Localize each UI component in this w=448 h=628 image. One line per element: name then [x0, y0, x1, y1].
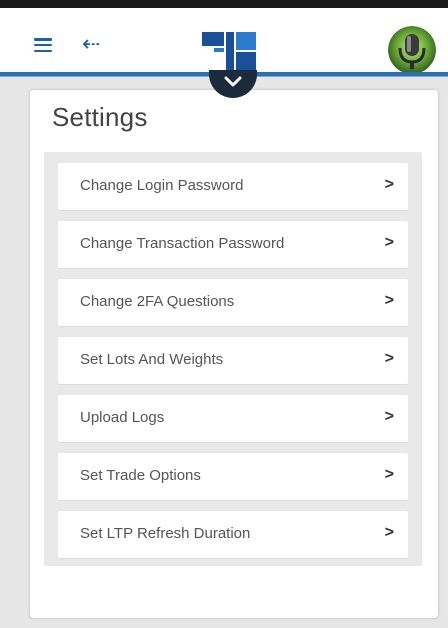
settings-item-change-login-password[interactable]: Change Login Password > [58, 163, 408, 210]
chevron-right-icon: > [384, 176, 394, 193]
settings-item-label: Upload Logs [80, 409, 165, 426]
settings-item-change-2fa-questions[interactable]: Change 2FA Questions > [58, 279, 408, 326]
settings-item-set-lots-and-weights[interactable]: Set Lots And Weights > [58, 337, 408, 384]
settings-item-label: Change Transaction Password [80, 235, 285, 252]
settings-item-label: Set LTP Refresh Duration [80, 525, 251, 542]
settings-item-upload-logs[interactable]: Upload Logs > [58, 395, 408, 442]
settings-list: Change Login Password > Change Transacti… [44, 152, 422, 566]
settings-item-change-transaction-password[interactable]: Change Transaction Password > [58, 221, 408, 268]
settings-item-set-ltp-refresh-duration[interactable]: Set LTP Refresh Duration > [58, 511, 408, 558]
avatar[interactable] [388, 26, 436, 74]
top-border [0, 0, 448, 8]
page-title: Settings [52, 102, 148, 132]
back-arrow-icon[interactable]: ⇠ [82, 34, 106, 56]
brand-logo [202, 28, 258, 72]
app-header: ⇠ [0, 8, 448, 74]
settings-item-label: Change 2FA Questions [80, 293, 235, 310]
settings-card: Settings Change Login Password > Change … [30, 90, 438, 618]
chevron-right-icon: > [384, 408, 394, 425]
chevron-right-icon: > [384, 350, 394, 367]
chevron-right-icon: > [384, 292, 394, 309]
settings-item-label: Set Lots And Weights [80, 351, 224, 368]
chevron-right-icon: > [384, 466, 394, 483]
chevron-right-icon: > [384, 524, 394, 541]
chevron-right-icon: > [384, 234, 394, 251]
hamburger-menu-icon[interactable] [34, 38, 52, 53]
chevron-down-icon [224, 75, 242, 93]
settings-item-label: Set Trade Options [80, 467, 201, 484]
settings-item-set-trade-options[interactable]: Set Trade Options > [58, 453, 408, 500]
settings-item-label: Change Login Password [80, 177, 244, 194]
